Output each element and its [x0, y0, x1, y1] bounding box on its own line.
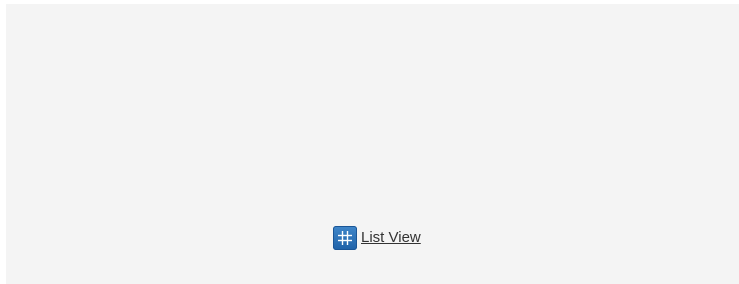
list-view-link[interactable]: List View: [333, 226, 421, 250]
grid-icon: [333, 226, 357, 250]
list-view-label[interactable]: List View: [361, 229, 421, 247]
content-panel: List View: [6, 4, 739, 284]
